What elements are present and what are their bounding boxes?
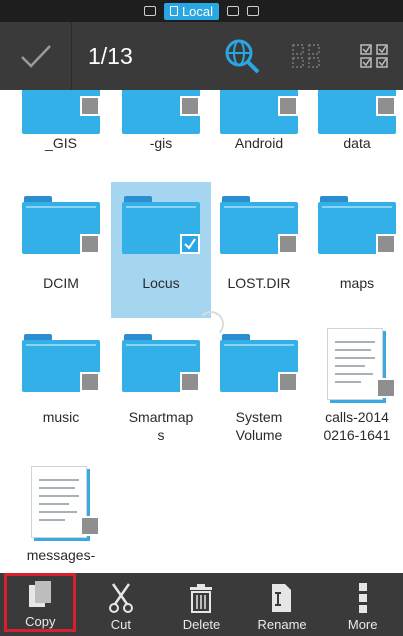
folder-icon: [220, 334, 298, 392]
item-label-line2: s: [157, 427, 165, 443]
item-checkbox[interactable]: [180, 96, 200, 116]
item-checkbox[interactable]: [376, 234, 396, 254]
cloud-icon: [247, 6, 260, 16]
folder-icon: [122, 196, 200, 254]
item-label: Locus: [142, 275, 180, 291]
more-vertical-icon: [358, 583, 367, 613]
item-checkbox[interactable]: [180, 372, 200, 392]
grid-item-folder[interactable]: -gis: [111, 90, 211, 180]
grid-item-folder[interactable]: _GIS: [11, 90, 111, 180]
item-label: DCIM: [43, 275, 79, 291]
device-icon: [169, 6, 178, 16]
more-label: More: [347, 617, 378, 632]
item-label: messages-: [26, 547, 96, 563]
item-label: calls-2014: [325, 409, 389, 425]
folder-icon: [122, 334, 200, 392]
item-label: -gis: [149, 135, 173, 151]
location-local-chip[interactable]: Local: [163, 2, 220, 20]
document-icon: [31, 466, 87, 538]
scissors-icon: [108, 583, 133, 613]
item-checkbox[interactable]: [278, 234, 298, 254]
cut-label: Cut: [110, 617, 131, 632]
folder-icon: [220, 90, 298, 140]
grid-item-folder[interactable]: DCIM: [11, 182, 111, 318]
folder-icon: [220, 196, 298, 254]
grid-item-folder-selected[interactable]: Locus: [111, 182, 211, 318]
document-icon: [327, 328, 383, 400]
rename-button[interactable]: Rename: [246, 573, 318, 632]
item-label-line2: Volume: [235, 427, 283, 443]
item-label: music: [42, 409, 80, 425]
screen-icon: [143, 6, 156, 16]
item-checkbox[interactable]: [80, 372, 100, 392]
rename-label: Rename: [257, 617, 307, 632]
deselect-all-icon[interactable]: [290, 42, 322, 70]
location-bar: Local: [0, 0, 403, 22]
item-label: LOST.DIR: [227, 275, 291, 291]
grid-item-file[interactable]: messages-: [11, 460, 111, 573]
grid-item-folder[interactable]: music: [11, 322, 111, 458]
file-grid: _GIS -gis Android data DCIM Locus LOST.D…: [0, 90, 403, 573]
grid-item-folder[interactable]: System Volume: [209, 322, 309, 458]
item-label: data: [343, 135, 371, 151]
delete-button[interactable]: Delete: [165, 573, 237, 632]
grid-item-folder[interactable]: Android: [209, 90, 309, 180]
item-label: _GIS: [45, 135, 77, 151]
item-checkbox[interactable]: [278, 372, 298, 392]
rename-icon: [272, 584, 292, 612]
grid-item-folder[interactable]: LOST.DIR: [209, 182, 309, 318]
grid-item-folder[interactable]: data: [307, 90, 403, 180]
item-checkbox[interactable]: [80, 234, 100, 254]
item-label: Android: [234, 135, 284, 151]
grid-item-folder[interactable]: maps: [307, 182, 403, 318]
network-search-icon[interactable]: [222, 36, 262, 76]
item-checkbox[interactable]: [80, 96, 100, 116]
folder-icon: [22, 90, 100, 140]
storage-icon: [227, 6, 240, 16]
grid-item-folder[interactable]: Smartmap s: [111, 322, 211, 458]
folder-icon: [318, 90, 396, 140]
trash-icon: [190, 584, 213, 613]
item-checkbox[interactable]: [376, 378, 396, 398]
copy-label: Copy: [25, 614, 56, 629]
copy-icon: [29, 581, 52, 607]
more-button[interactable]: More: [327, 573, 399, 632]
item-label: System: [235, 409, 283, 425]
item-checkbox[interactable]: [376, 96, 396, 116]
item-checkbox[interactable]: [278, 96, 298, 116]
folder-icon: [22, 334, 100, 392]
item-label: Smartmap: [128, 409, 194, 425]
grid-item-file[interactable]: calls-2014 0216-1641: [307, 322, 403, 458]
item-checkbox[interactable]: [80, 516, 100, 536]
folder-icon: [22, 196, 100, 254]
selection-count: 1/13: [88, 42, 133, 69]
checkmark-icon: [20, 45, 51, 68]
copy-button[interactable]: Copy: [4, 573, 77, 632]
folder-icon: [318, 196, 396, 254]
selection-header: 1/13: [0, 22, 403, 90]
location-label: Local: [181, 3, 214, 19]
folder-icon: [122, 90, 200, 140]
delete-label: Delete: [182, 617, 221, 632]
action-bar: Copy Cut Delete Rename More: [0, 573, 403, 636]
checkmark-icon: [184, 238, 196, 250]
item-checkbox-checked[interactable]: [180, 234, 200, 254]
item-label-line2: 0216-1641: [323, 427, 391, 443]
done-selection-button[interactable]: [0, 22, 72, 90]
item-label: maps: [339, 275, 375, 291]
cut-button[interactable]: Cut: [85, 573, 157, 632]
select-all-icon[interactable]: [358, 42, 390, 70]
